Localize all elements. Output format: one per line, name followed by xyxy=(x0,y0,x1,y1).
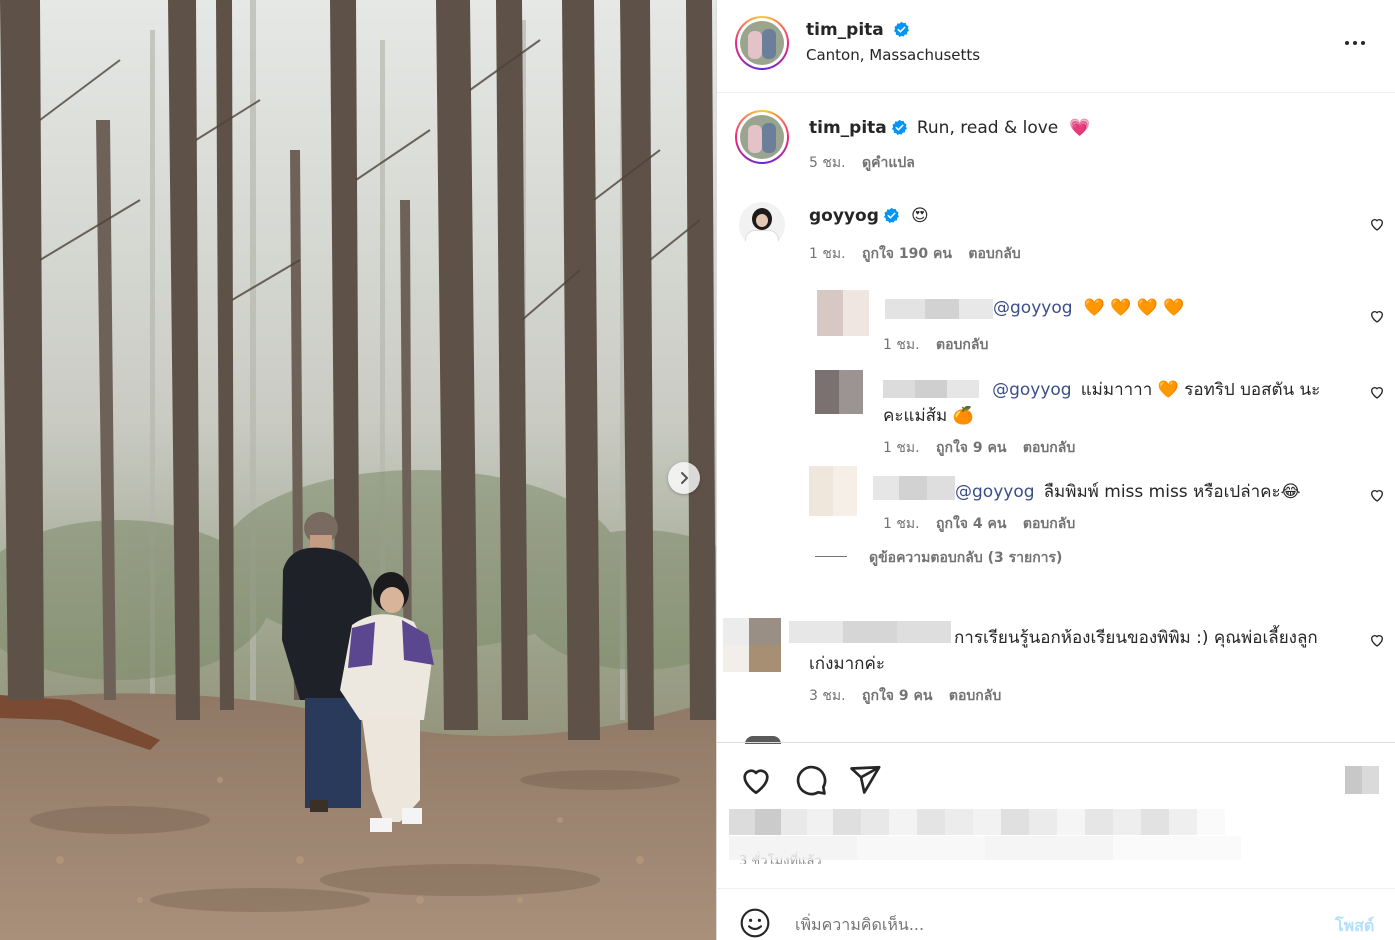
comment-likes[interactable]: ถูกใจ 9 คน xyxy=(862,688,932,704)
verified-badge-icon xyxy=(891,119,907,136)
like-reply-button[interactable] xyxy=(1369,308,1385,328)
caption-username[interactable]: tim_pita xyxy=(809,118,887,138)
comment-time[interactable]: 1 ชม. xyxy=(809,246,846,262)
comment-meta: 3 ชม. ถูกใจ 9 คน ตอบกลับ xyxy=(809,685,1001,707)
more-options-button[interactable] xyxy=(1343,36,1367,64)
time-ago-blur-overlay xyxy=(729,836,1241,860)
post-details-panel: tim_pita Canton, Massachusetts tim_pita … xyxy=(716,0,1395,940)
reply-mention[interactable]: @goyyog xyxy=(993,298,1073,318)
reply-time[interactable]: 1 ชม. xyxy=(883,516,920,532)
reply-button[interactable]: ตอบกลับ xyxy=(949,688,1001,704)
reply-username-blurred[interactable] xyxy=(873,476,955,500)
post-location[interactable]: Canton, Massachusetts xyxy=(806,46,980,64)
comment-avatar-blurred[interactable] xyxy=(723,618,781,672)
reply-username-blurred[interactable] xyxy=(883,380,979,398)
comment-username-blurred[interactable] xyxy=(789,621,951,643)
view-replies-line xyxy=(815,556,847,557)
comment-meta: 1 ชม. ถูกใจ 190 คน ตอบกลับ xyxy=(809,243,1021,265)
save-button[interactable] xyxy=(1345,766,1379,794)
translate-button[interactable]: ดูคำแปล xyxy=(862,155,915,171)
actions-divider xyxy=(717,742,1395,743)
reply-body-line2: คะแม่ส้ม 🍊 xyxy=(883,406,974,426)
comment-emoji: 😍 xyxy=(910,206,929,226)
post-photo[interactable] xyxy=(0,0,716,940)
caption-author-avatar[interactable] xyxy=(735,110,789,164)
reply-likes[interactable]: ถูกใจ 4 คน xyxy=(936,516,1006,532)
next-photo-button[interactable] xyxy=(668,462,700,494)
reply-avatar-blurred[interactable] xyxy=(815,370,863,414)
header-divider xyxy=(717,92,1395,93)
view-replies-label[interactable]: ดูข้อความตอบกลับ (3 รายการ) xyxy=(869,550,1062,566)
reply-button[interactable]: ตอบกลับ xyxy=(936,337,988,353)
likes-summary-blurred[interactable] xyxy=(729,809,1241,835)
post-comment-button[interactable]: โพสต์ xyxy=(1335,914,1374,939)
share-icon xyxy=(850,765,881,794)
reply-time[interactable]: 1 ชม. xyxy=(883,337,920,353)
like-reply-button[interactable] xyxy=(1369,487,1385,507)
reply-button[interactable]: ตอบกลับ xyxy=(968,246,1020,262)
reply-button[interactable]: ตอบกลับ xyxy=(1023,440,1075,456)
caption-text: Run, read & love xyxy=(916,118,1059,138)
like-comment-button[interactable] xyxy=(1369,632,1385,652)
reply-mention[interactable]: @goyyog xyxy=(992,380,1072,400)
footer-divider xyxy=(717,888,1395,889)
like-comment-button[interactable] xyxy=(1369,216,1385,236)
reply-button[interactable]: ตอบกลับ xyxy=(1023,516,1075,532)
comment-avatar[interactable] xyxy=(739,202,785,248)
reply-avatar-blurred[interactable] xyxy=(817,290,869,336)
share-button[interactable] xyxy=(848,763,882,801)
reply-text: @goyyog ลืมพิมพ์ miss miss หรือเปล่าคะ😂 xyxy=(955,478,1301,505)
heart-icon xyxy=(1370,311,1384,323)
reply-text: @goyyog แม่มาาาา 🧡 รอทริป บอสตัน นะ xyxy=(883,376,1320,403)
comment-time[interactable]: 3 ชม. xyxy=(809,688,846,704)
comment-username[interactable]: goyyog xyxy=(809,206,879,226)
comment-button[interactable] xyxy=(794,763,828,801)
reply-username-blurred[interactable] xyxy=(885,299,993,319)
comment-body-line2: เก่งมากค่ะ xyxy=(809,654,885,674)
caption-heart-emoji: 💗 xyxy=(1069,118,1091,138)
emoji-icon xyxy=(740,908,770,938)
reply-body: แม่มาาาา 🧡 รอทริป บอสตัน นะ xyxy=(1080,380,1321,400)
reply-meta: 1 ชม. ตอบกลับ xyxy=(883,334,988,356)
author-header: tim_pita Canton, Massachusetts xyxy=(806,20,980,64)
caption-time[interactable]: 5 ชม. xyxy=(809,155,846,171)
reply-body: ลืมพิมพ์ miss miss หรือเปล่าคะ😂 xyxy=(1043,482,1301,502)
like-reply-button[interactable] xyxy=(1369,384,1385,404)
reply-avatar-blurred[interactable] xyxy=(809,466,857,516)
emoji-button[interactable] xyxy=(739,907,771,940)
author-avatar[interactable] xyxy=(735,16,789,70)
reply-time[interactable]: 1 ชม. xyxy=(883,440,920,456)
author-username[interactable]: tim_pita xyxy=(806,20,884,40)
verified-badge-icon xyxy=(893,21,909,38)
comment-icon xyxy=(796,765,827,796)
comment-goyyog: goyyog 😍 xyxy=(809,206,929,226)
caption: tim_pita Run, read & love 💗 xyxy=(809,118,1091,138)
reply-likes[interactable]: ถูกใจ 9 คน xyxy=(936,440,1006,456)
heart-icon xyxy=(1370,635,1384,647)
heart-icon xyxy=(1370,490,1384,502)
reply-meta: 1 ชม. ถูกใจ 4 คน ตอบกลับ xyxy=(883,513,1075,535)
forest-photo-image xyxy=(0,0,716,940)
comment-input[interactable] xyxy=(795,908,1295,940)
chevron-right-icon xyxy=(681,472,688,484)
heart-icon xyxy=(743,769,769,795)
like-post-button[interactable] xyxy=(739,763,773,801)
heart-icon xyxy=(1370,219,1384,231)
reply-body: 🧡 🧡 🧡 🧡 xyxy=(1083,298,1185,318)
comment-likes[interactable]: ถูกใจ 190 คน xyxy=(862,246,952,262)
heart-icon xyxy=(1370,387,1384,399)
caption-meta: 5 ชม. ดูคำแปล xyxy=(809,152,915,174)
view-replies-button[interactable]: ดูข้อความตอบกลับ (3 รายการ) xyxy=(869,547,1062,569)
reply-text: @goyyog 🧡 🧡 🧡 🧡 xyxy=(993,298,1185,318)
comment-body: การเรียนรู้นอกห้องเรียนของพิพิม :) คุณพ่… xyxy=(954,628,1318,648)
verified-badge-icon xyxy=(883,207,899,224)
reply-meta: 1 ชม. ถูกใจ 9 คน ตอบกลับ xyxy=(883,437,1075,459)
reply-mention[interactable]: @goyyog xyxy=(955,482,1035,502)
more-icon xyxy=(1345,41,1365,45)
